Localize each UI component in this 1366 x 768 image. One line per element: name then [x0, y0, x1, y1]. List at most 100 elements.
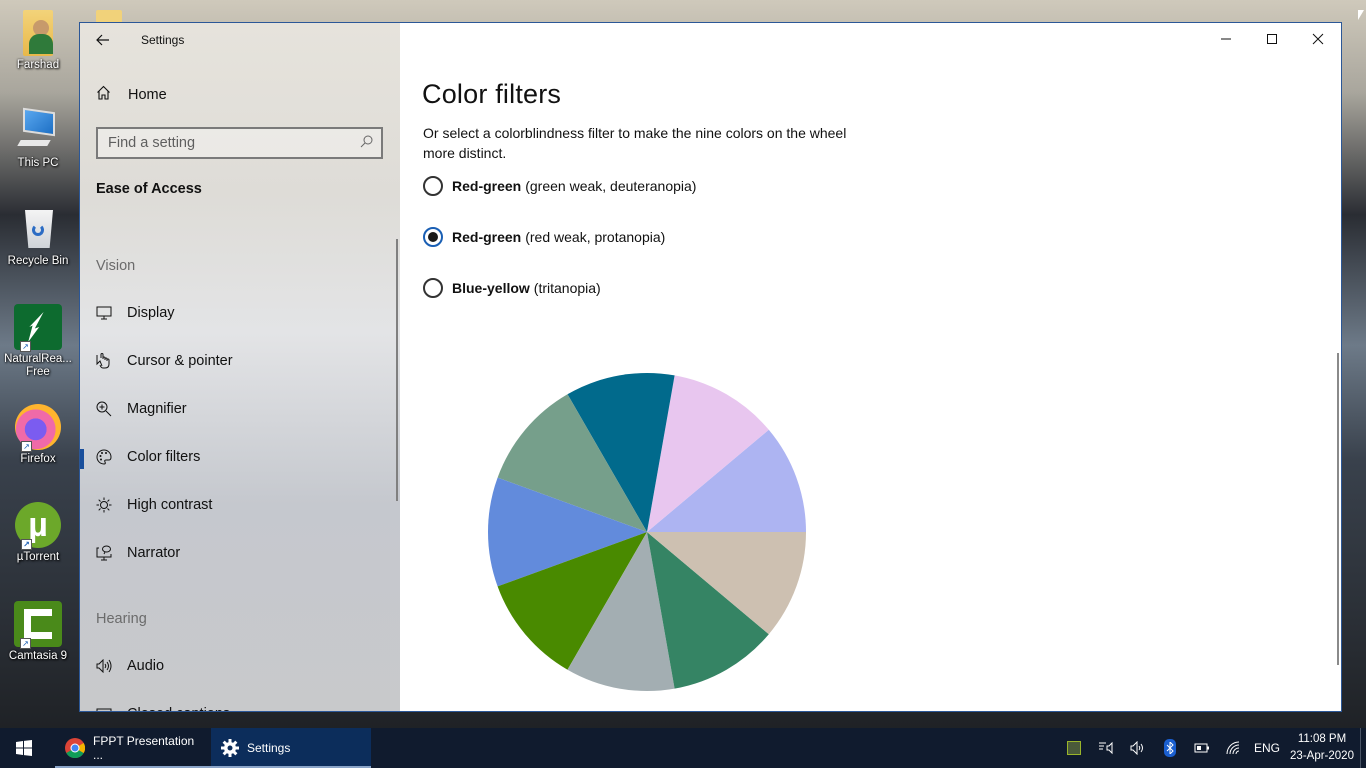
user-folder-icon: [23, 10, 53, 56]
desktop-icon-naturalreader[interactable]: ↗ NaturalRea... Free: [4, 304, 72, 379]
captions-icon: [96, 706, 112, 711]
page-description: Or select a colorblindness filter to mak…: [423, 125, 847, 161]
main-scrollbar[interactable]: [1337, 353, 1339, 665]
search-icon[interactable]: [360, 135, 373, 151]
desktop-icon-label: This PC: [17, 157, 59, 169]
nav-home[interactable]: Home: [96, 85, 167, 104]
app-title: Settings: [141, 33, 185, 47]
start-button[interactable]: [0, 728, 48, 768]
magnifier-icon: [96, 401, 112, 417]
page-title: Color filters: [422, 79, 562, 109]
home-icon: [96, 85, 112, 104]
desktop-icon-utorrent[interactable]: µ ↗ µTorrent: [4, 502, 72, 564]
minimize-button[interactable]: [1203, 23, 1249, 55]
clock-date: 23-Apr-2020: [1290, 750, 1354, 762]
computer-icon: [15, 107, 61, 154]
desktop-icon-firefox[interactable]: ↗ Firefox: [4, 404, 72, 466]
utorrent-icon: µ ↗: [15, 502, 61, 550]
brightness-icon: [96, 497, 112, 513]
sidebar-item-label: Color filters: [127, 449, 201, 465]
minimize-icon: [1221, 38, 1231, 40]
group-header-vision: Vision: [96, 258, 136, 274]
group-header-hearing: Hearing: [96, 611, 147, 627]
desktop-icon-farshad[interactable]: Farshad: [4, 10, 72, 72]
desktop-icon-label: Recycle Bin: [7, 255, 69, 267]
gear-icon: [221, 739, 239, 757]
volume-icon[interactable]: [1122, 741, 1154, 755]
language-indicator[interactable]: ENG: [1250, 741, 1284, 755]
tray-app-icon[interactable]: [1058, 741, 1090, 755]
maximize-button[interactable]: [1249, 23, 1295, 55]
close-button[interactable]: [1295, 23, 1341, 55]
desktop-icon-label: Camtasia 9: [8, 650, 68, 662]
sidebar-item-high-contrast[interactable]: High contrast: [80, 485, 396, 525]
color-palette-icon: [96, 449, 112, 465]
cursor-pointer-icon: [96, 353, 112, 369]
speaker-icon: [96, 658, 112, 674]
sidebar-item-cursor-pointer[interactable]: Cursor & pointer: [80, 341, 396, 381]
taskbar: FPPT Presentation ... Settings ENG 11:08…: [0, 728, 1366, 768]
sidebar-item-label: High contrast: [127, 497, 213, 513]
windows-logo-icon: [16, 740, 32, 756]
filter-detail: (red weak, protanopia): [525, 229, 666, 245]
desktop-icon-label: µTorrent: [16, 551, 60, 563]
show-desktop-button[interactable]: [1360, 728, 1366, 768]
close-icon: [1312, 33, 1324, 45]
recycle-bin-icon: [15, 206, 61, 252]
desktop-icon-label: Firefox: [20, 453, 56, 465]
title-bar: Settings: [80, 23, 400, 57]
radio-button-checked[interactable]: [423, 227, 443, 247]
wifi-icon[interactable]: [1218, 741, 1250, 755]
sidebar-item-label: Narrator: [127, 545, 181, 561]
section-title: Ease of Access: [96, 181, 202, 197]
desktop-icon-this-pc[interactable]: This PC: [4, 107, 72, 170]
clock-time: 11:08 PM: [1297, 733, 1347, 745]
battery-icon[interactable]: [1186, 743, 1218, 753]
sidebar-item-closed-captions[interactable]: Closed captions: [80, 694, 396, 711]
desktop-icon-recycle-bin[interactable]: Recycle Bin: [4, 206, 72, 268]
taskbar-app-chrome[interactable]: FPPT Presentation ...: [55, 728, 211, 768]
filter-option-tritanopia[interactable]: Blue-yellow (tritanopia): [423, 278, 601, 298]
narrator-icon: [96, 545, 112, 561]
sidebar-item-magnifier[interactable]: Magnifier: [80, 389, 396, 429]
shortcut-arrow-icon: ↗: [21, 539, 32, 550]
sidebar-item-label: Closed captions: [127, 706, 230, 711]
window-controls: [1203, 23, 1341, 55]
firefox-icon: ↗: [15, 404, 61, 452]
search-input[interactable]: [108, 135, 360, 151]
sidebar-item-color-filters[interactable]: Color filters: [80, 437, 396, 477]
sidebar-item-display[interactable]: Display: [80, 293, 396, 333]
desktop-icon-label: Farshad: [16, 59, 60, 71]
filter-name: Blue-yellow: [452, 280, 530, 296]
sidebar-scrollbar[interactable]: [396, 239, 398, 501]
bluetooth-icon[interactable]: [1154, 739, 1186, 757]
radio-button[interactable]: [423, 278, 443, 298]
sidebar-item-narrator[interactable]: Narrator: [80, 533, 396, 573]
taskbar-app-label: FPPT Presentation ...: [93, 734, 195, 762]
back-button[interactable]: [80, 23, 126, 57]
desktop-icon-camtasia[interactable]: ↗ Camtasia 9: [4, 601, 72, 663]
color-wheel: [488, 373, 806, 691]
nav-home-label: Home: [128, 86, 167, 103]
filter-detail: (tritanopia): [533, 280, 601, 296]
search-box[interactable]: [96, 127, 383, 159]
chrome-icon: [65, 738, 85, 758]
filter-detail: (green weak, deuteranopia): [525, 178, 697, 194]
sidebar-item-audio[interactable]: Audio: [80, 646, 396, 686]
filter-option-protanopia[interactable]: Red-green (red weak, protanopia): [423, 227, 665, 247]
taskbar-app-settings[interactable]: Settings: [211, 728, 371, 768]
filter-option-deuteranopia[interactable]: Red-green (green weak, deuteranopia): [423, 176, 696, 196]
action-center-icon[interactable]: [1090, 741, 1122, 755]
main-content: Color filters Or select a colorblindness…: [400, 23, 1341, 711]
sidebar-item-label: Cursor & pointer: [127, 353, 233, 369]
radio-button[interactable]: [423, 176, 443, 196]
camtasia-icon: ↗: [14, 601, 62, 649]
clock[interactable]: 11:08 PM 23-Apr-2020: [1284, 731, 1360, 765]
display-icon: [96, 305, 112, 321]
filter-name: Red-green: [452, 229, 522, 245]
sidebar: Settings Home Ease of Access Vision Disp…: [80, 23, 400, 711]
filter-name: Red-green: [452, 178, 522, 194]
settings-window: Settings Home Ease of Access Vision Disp…: [79, 22, 1342, 712]
system-tray: ENG 11:08 PM 23-Apr-2020: [1058, 728, 1366, 768]
mouse-cursor: [1358, 10, 1364, 20]
